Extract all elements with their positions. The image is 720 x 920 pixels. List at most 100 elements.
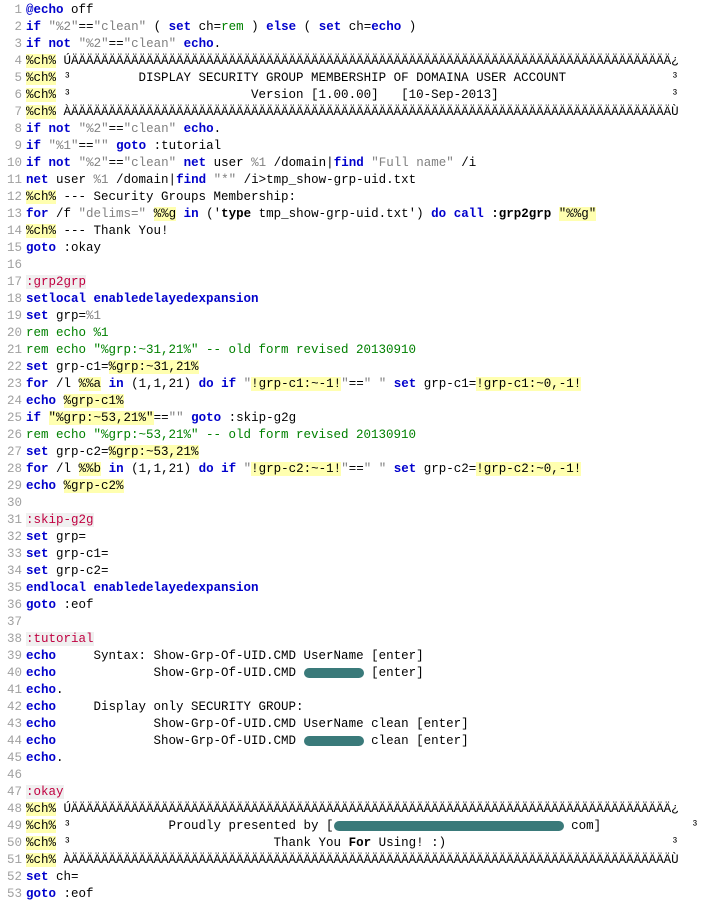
code-content: %ch% ÀÄÄÄÄÄÄÄÄÄÄÄÄÄÄÄÄÄÄÄÄÄÄÄÄÄÄÄÄÄÄÄÄÄÄ… <box>26 104 720 121</box>
code-content: %ch% ³ Proudly presented by [ com] ³ <box>26 818 720 835</box>
line-number: 5 <box>0 70 26 87</box>
token: %1 <box>86 309 101 323</box>
code-line: 16 <box>0 257 720 274</box>
token: rem echo "%grp:~53,21%" -- old form revi… <box>26 428 416 442</box>
token: do <box>431 207 446 221</box>
code-content: setlocal enabledelayedexpansion <box>26 291 720 308</box>
code-line: 3if not "%2"=="clean" echo. <box>0 36 720 53</box>
token: /domain| <box>109 173 177 187</box>
token: For <box>349 836 372 850</box>
token: endlocal <box>26 581 86 595</box>
token: %grp-c2% <box>64 479 124 493</box>
token: :skip-g2g <box>26 513 94 527</box>
token: "%2" <box>79 122 109 136</box>
code-line: 21rem echo "%grp:~31,21%" -- old form re… <box>0 342 720 359</box>
token: %ch% <box>26 224 56 238</box>
token: ÀÄÄÄÄÄÄÄÄÄÄÄÄÄÄÄÄÄÄÄÄÄÄÄÄÄÄÄÄÄÄÄÄÄÄÄÄÄÄÄ… <box>56 105 679 119</box>
token: grp-c1= <box>49 360 109 374</box>
token: /domain| <box>266 156 334 170</box>
token <box>41 122 49 136</box>
token <box>184 411 192 425</box>
code-line: 45echo. <box>0 750 720 767</box>
token <box>446 207 454 221</box>
token: %ch% <box>26 836 56 850</box>
token: " <box>341 462 349 476</box>
line-number: 23 <box>0 376 26 393</box>
code-content: echo. <box>26 750 720 767</box>
token <box>101 377 109 391</box>
line-number: 34 <box>0 563 26 580</box>
token: "clean" <box>94 20 147 34</box>
code-line: 4%ch% ÚÄÄÄÄÄÄÄÄÄÄÄÄÄÄÄÄÄÄÄÄÄÄÄÄÄÄÄÄÄÄÄÄÄ… <box>0 53 720 70</box>
code-content: rem echo "%grp:~53,21%" -- old form revi… <box>26 427 720 444</box>
code-line: 11net user %1 /domain|find "*" /i>tmp_sh… <box>0 172 720 189</box>
token: find <box>334 156 364 170</box>
token: type <box>221 207 251 221</box>
token: (1,1,21) <box>124 377 199 391</box>
code-content: %ch% --- Security Groups Membership: <box>26 189 720 206</box>
code-content: if not "%2"=="clean" echo. <box>26 36 720 53</box>
line-number: 15 <box>0 240 26 257</box>
token: "%2" <box>79 37 109 51</box>
line-number: 28 <box>0 461 26 478</box>
token: enabledelayedexpansion <box>94 581 259 595</box>
line-number: 30 <box>0 495 26 512</box>
line-number: 42 <box>0 699 26 716</box>
token: echo <box>184 122 214 136</box>
code-line: 5%ch% ³ DISPLAY SECURITY GROUP MEMBERSHI… <box>0 70 720 87</box>
code-line: 6%ch% ³ Version [1.00.00] [10-Sep-2013] … <box>0 87 720 104</box>
token: rem echo "%grp:~31,21%" -- old form revi… <box>26 343 416 357</box>
token <box>386 377 394 391</box>
token <box>176 122 184 136</box>
line-number: 39 <box>0 648 26 665</box>
token: %ch% <box>26 71 56 85</box>
line-number: 18 <box>0 291 26 308</box>
token: :eof <box>56 598 94 612</box>
token: Using! :) ³ <box>371 836 679 850</box>
token: do <box>199 377 214 391</box>
code-line: 48%ch% ÚÄÄÄÄÄÄÄÄÄÄÄÄÄÄÄÄÄÄÄÄÄÄÄÄÄÄÄÄÄÄÄÄ… <box>0 801 720 818</box>
token: if <box>26 411 41 425</box>
line-number: 47 <box>0 784 26 801</box>
code-line: 39echo Syntax: Show-Grp-Of-UID.CMD UserN… <box>0 648 720 665</box>
code-line: 33set grp-c1= <box>0 546 720 563</box>
code-content: @echo off <box>26 2 720 19</box>
code-line: 28for /l %%b in (1,1,21) do if "!grp-c2:… <box>0 461 720 478</box>
token <box>41 37 49 51</box>
code-line: 40echo Show-Grp-Of-UID.CMD [enter] <box>0 665 720 682</box>
line-number: 19 <box>0 308 26 325</box>
line-number: 29 <box>0 478 26 495</box>
token: :okay <box>56 241 101 255</box>
code-content: echo Display only SECURITY GROUP: <box>26 699 720 716</box>
line-number: 26 <box>0 427 26 444</box>
code-content: for /f "delims=" %%g in ('type tmp_show-… <box>26 206 720 223</box>
line-number: 51 <box>0 852 26 869</box>
token: ÀÄÄÄÄÄÄÄÄÄÄÄÄÄÄÄÄÄÄÄÄÄÄÄÄÄÄÄÄÄÄÄÄÄÄÄÄÄÄÄ… <box>56 853 679 867</box>
token: == <box>349 377 364 391</box>
code-content: %ch% ³ DISPLAY SECURITY GROUP MEMBERSHIP… <box>26 70 720 87</box>
redacted-text <box>334 821 564 831</box>
code-content: set grp-c2= <box>26 563 720 580</box>
code-content: echo Show-Grp-Of-UID.CMD UserName clean … <box>26 716 720 733</box>
code-content: :okay <box>26 784 720 801</box>
token: "%%g" <box>559 207 597 221</box>
code-content: %ch% --- Thank You! <box>26 223 720 240</box>
token: ( <box>296 20 319 34</box>
line-number: 40 <box>0 665 26 682</box>
code-line: 13for /f "delims=" %%g in ('type tmp_sho… <box>0 206 720 223</box>
token: else <box>266 20 296 34</box>
code-content: net user %1 /domain|find "*" /i>tmp_show… <box>26 172 720 189</box>
code-content: if not "%2"=="clean" echo. <box>26 121 720 138</box>
code-content: if "%grp:~53,21%"=="" goto :skip-g2g <box>26 410 720 427</box>
code-content: echo Syntax: Show-Grp-Of-UID.CMD UserNam… <box>26 648 720 665</box>
token <box>86 292 94 306</box>
code-line: 9if "%1"=="" goto :tutorial <box>0 138 720 155</box>
token <box>56 394 64 408</box>
line-number: 22 <box>0 359 26 376</box>
line-number: 7 <box>0 104 26 121</box>
code-content: set ch= <box>26 869 720 886</box>
line-number: 27 <box>0 444 26 461</box>
token: set <box>169 20 192 34</box>
code-line: 37 <box>0 614 720 631</box>
token <box>71 37 79 51</box>
